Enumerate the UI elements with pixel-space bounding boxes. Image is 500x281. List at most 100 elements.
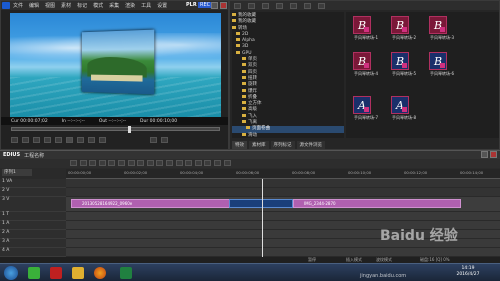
thumbnail-view-icon[interactable] — [262, 2, 269, 9]
menu-edit[interactable]: 编辑 — [29, 2, 39, 9]
menu-capture[interactable]: 采集 — [109, 2, 119, 9]
marker-icon[interactable] — [213, 160, 221, 166]
effect-tile[interactable]: B 手风琴转场-3 — [424, 16, 460, 44]
start-button[interactable] — [4, 266, 18, 280]
tray-clock[interactable]: 14:19 2016/4/27 — [440, 266, 496, 278]
new-sequence-icon[interactable] — [70, 160, 77, 166]
rewind-button[interactable] — [44, 137, 51, 143]
timeline-minimize-button[interactable] — [481, 151, 488, 158]
snap-icon[interactable] — [165, 160, 173, 166]
ruler-tick: 00:00:00;00 — [68, 170, 92, 175]
open-icon[interactable] — [79, 160, 87, 166]
tree-item-label: 飞离 — [248, 120, 257, 126]
render-icon[interactable] — [204, 160, 212, 166]
next-frame-button[interactable] — [88, 137, 95, 143]
timeline-close-button[interactable] — [490, 151, 497, 158]
playhead-line[interactable] — [262, 179, 263, 257]
folder-icon[interactable] — [234, 2, 241, 9]
insert-button[interactable] — [161, 137, 168, 143]
effect-tile[interactable]: B 手风琴转场-1 — [348, 16, 384, 44]
track-header[interactable]: 3 A — [0, 239, 66, 248]
effects-window: 我的收藏 我的收藏 转场 2D Alpha 3D GPU 单页 双页 四页 扭转 旋转 爆炸 折叠 立方体高… — [229, 0, 500, 150]
tree-item[interactable]: 滑动 — [232, 132, 344, 138]
effect-tile[interactable]: B 手风琴转场-2 — [386, 16, 422, 44]
player-window: 文件 编辑 视图 素材 标记 模式 采集 渲染 工具 设置 PLR REC Cu… — [0, 0, 229, 150]
title-icon[interactable] — [194, 160, 202, 166]
refresh-icon[interactable] — [318, 2, 325, 9]
paste-icon[interactable] — [137, 160, 145, 166]
track-header[interactable]: 2 V — [0, 188, 66, 197]
tab-effects[interactable]: 特效 — [232, 140, 247, 149]
plr-badge[interactable]: PLR — [186, 2, 197, 8]
file-explorer-icon[interactable] — [72, 267, 84, 279]
save-icon[interactable] — [89, 160, 97, 166]
undo-icon[interactable] — [98, 160, 106, 166]
track-lane[interactable] — [66, 212, 500, 221]
effect-tile[interactable]: A 手风琴转场-8 — [386, 96, 422, 124]
set-in-button[interactable] — [11, 137, 18, 143]
video-clip-a[interactable]: 20130528164922_0960e — [71, 199, 231, 208]
track-header[interactable]: 2 A — [0, 230, 66, 239]
cut-icon[interactable] — [117, 160, 125, 166]
menu-clip[interactable]: 素材 — [61, 2, 71, 9]
effect-label: 手风琴转场-5 — [392, 71, 416, 76]
menu-view[interactable]: 视图 — [45, 2, 55, 9]
audio-mixer-icon[interactable] — [185, 160, 193, 166]
rec-badge[interactable]: REC — [198, 2, 213, 8]
delete-clip-icon[interactable] — [146, 160, 154, 166]
firefox-icon[interactable] — [94, 267, 106, 279]
properties-icon[interactable] — [276, 2, 283, 9]
track-lane[interactable]: 20130528164922_0960e IMG_2344-2870 — [66, 197, 500, 212]
track-header[interactable]: 4 A — [0, 248, 66, 257]
zoom-icon[interactable] — [223, 160, 231, 166]
time-ruler[interactable]: 00:00:00;00 00:00:02;00 00:00:04;00 00:0… — [66, 169, 500, 179]
effect-tile[interactable]: B 手风琴转场-5 — [386, 52, 422, 80]
menu-marker[interactable]: 标记 — [77, 2, 87, 9]
transition-marker[interactable] — [229, 199, 293, 208]
media-player-icon[interactable] — [120, 267, 132, 279]
video-clip-b[interactable]: IMG_2344-2870 — [293, 199, 461, 208]
menu-settings[interactable]: 设置 — [157, 2, 167, 9]
track-header[interactable]: 1 A — [0, 221, 66, 230]
menu-file[interactable]: 文件 — [13, 2, 23, 9]
effect-tile[interactable]: B 手风琴转场-6 — [424, 52, 460, 80]
tab-markers[interactable]: 序列标记 — [270, 140, 295, 149]
effect-tile[interactable]: A 手风琴转场-7 — [348, 96, 384, 124]
app-360-icon[interactable] — [28, 267, 40, 279]
minimize-button[interactable] — [211, 2, 218, 9]
tab-library[interactable]: 素材库 — [249, 140, 269, 149]
track-lane[interactable] — [66, 188, 500, 197]
set-out-button[interactable] — [22, 137, 29, 143]
track-header[interactable]: 3 V — [0, 197, 66, 212]
menu-render[interactable]: 渲染 — [125, 2, 135, 9]
scrub-bar[interactable] — [11, 126, 220, 133]
menu-mode[interactable]: 模式 — [93, 2, 103, 9]
sequence-tab[interactable]: 序列1 — [2, 169, 32, 176]
track-lane[interactable] — [66, 179, 500, 188]
track-lane[interactable] — [66, 248, 500, 257]
delete-icon[interactable] — [290, 2, 297, 9]
split-icon[interactable] — [175, 160, 183, 166]
effect-tile[interactable]: B 手风琴转场-4 — [348, 52, 384, 80]
fast-forward-button[interactable] — [77, 137, 84, 143]
search-icon[interactable] — [304, 2, 311, 9]
track-header[interactable]: 1 VA — [0, 179, 66, 188]
app-edius-icon[interactable] — [50, 267, 62, 279]
play-button[interactable] — [66, 137, 73, 143]
video-preview[interactable] — [10, 13, 221, 117]
redo-icon[interactable] — [108, 160, 116, 166]
list-view-icon[interactable] — [248, 2, 255, 9]
effect-thumbnail: B — [353, 16, 371, 34]
menu-tools[interactable]: 工具 — [141, 2, 151, 9]
effects-thumbnail-grid: B 手风琴转场-1 B 手风琴转场-2 B 手风琴转场-3 B 手风琴转场-4 B 手风琴转场-5… — [346, 12, 499, 138]
scrub-handle[interactable] — [128, 126, 131, 133]
tab-source-browser[interactable]: 源文件浏览 — [296, 140, 325, 149]
copy-icon[interactable] — [127, 160, 135, 166]
overwrite-button[interactable] — [150, 137, 157, 143]
close-button[interactable] — [220, 2, 227, 9]
ripple-icon[interactable] — [156, 160, 164, 166]
stop-button[interactable] — [55, 137, 62, 143]
prev-frame-button[interactable] — [33, 137, 40, 143]
loop-button[interactable] — [99, 137, 106, 143]
track-header[interactable]: 1 T — [0, 212, 66, 221]
